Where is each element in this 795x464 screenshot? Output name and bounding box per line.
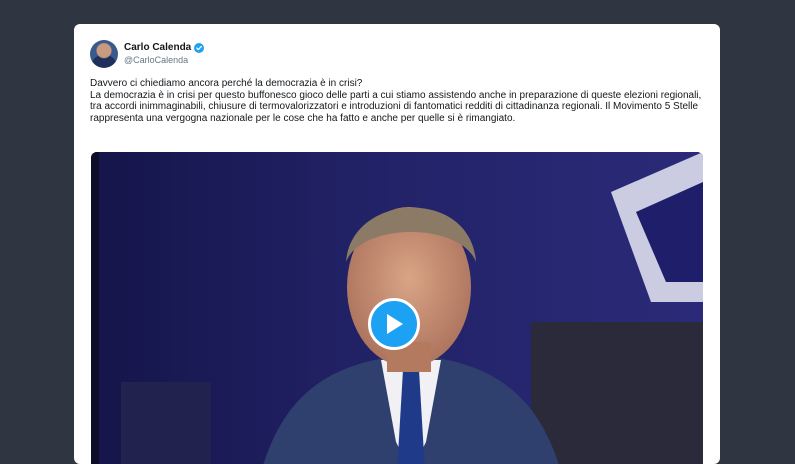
tweet-header: Carlo Calenda @CarloCalenda	[90, 40, 205, 68]
author-info: Carlo Calenda @CarloCalenda	[124, 42, 205, 66]
tweet-text-line: Davvero ci chiediamo ancora perché la de…	[90, 78, 363, 89]
play-button[interactable]	[368, 298, 420, 350]
play-icon	[387, 314, 403, 334]
tweet-card: Carlo Calenda @CarloCalenda Davvero ci c…	[74, 24, 720, 464]
tweet-text-line: La democrazia è in crisi per questo buff…	[90, 89, 702, 124]
video-player[interactable]	[91, 152, 703, 464]
author-name-row: Carlo Calenda	[124, 42, 205, 54]
author-display-name[interactable]: Carlo Calenda	[124, 42, 191, 54]
author-handle[interactable]: @CarloCalenda	[124, 54, 204, 66]
tweet-text: Davvero ci chiediamo ancora perché la de…	[90, 78, 712, 124]
avatar[interactable]	[90, 40, 118, 68]
verified-badge-icon	[194, 43, 205, 53]
